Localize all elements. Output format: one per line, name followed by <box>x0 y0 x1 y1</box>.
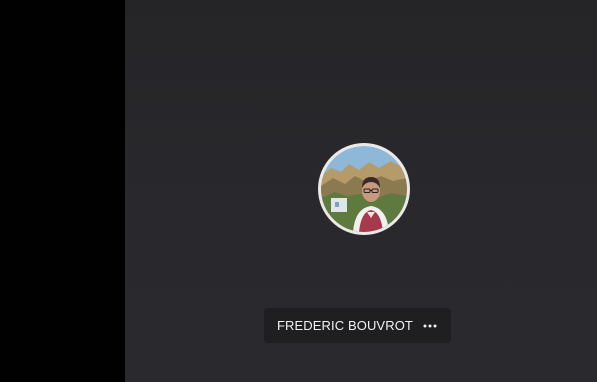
participant-video-tile[interactable]: FREDERIC BOUVROT <box>125 0 597 382</box>
more-options-button[interactable] <box>423 318 437 334</box>
participant-name: FREDERIC BOUVROT <box>277 318 413 333</box>
left-black-panel <box>0 0 125 382</box>
participant-avatar <box>318 143 410 235</box>
more-options-icon <box>423 324 437 327</box>
meeting-stage: FREDERIC BOUVROT <box>0 0 597 382</box>
participant-name-badge: FREDERIC BOUVROT <box>264 308 451 343</box>
avatar-photo-image <box>321 146 407 232</box>
